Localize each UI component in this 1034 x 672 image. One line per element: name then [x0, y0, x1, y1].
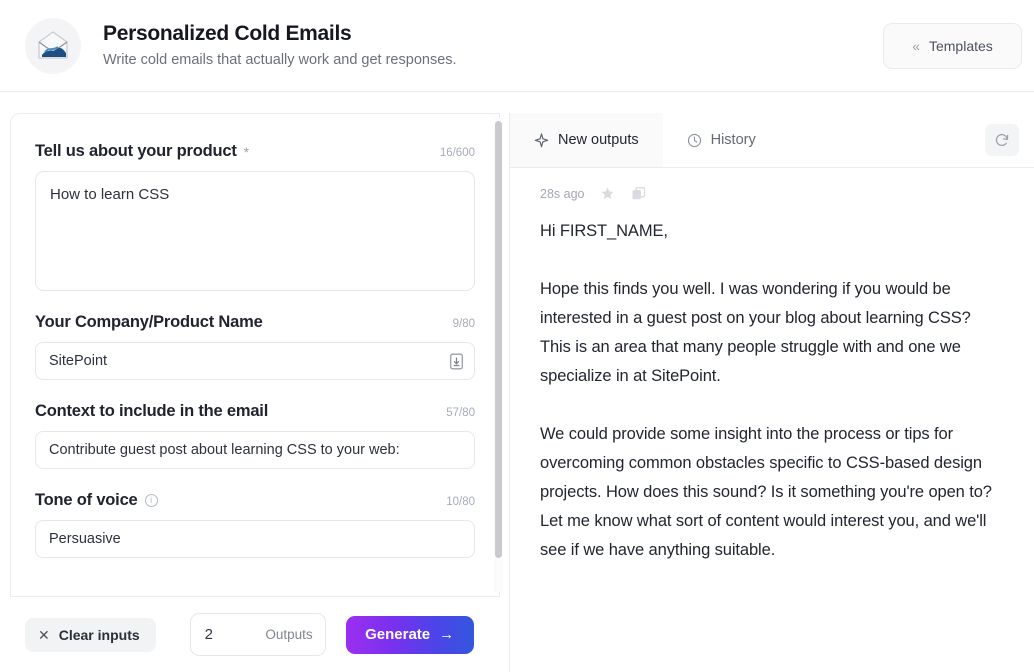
output-meta: 28s ago: [510, 168, 1034, 201]
field-company-name: Your Company/Product Name 9/80 SitePoint: [35, 313, 475, 380]
output-paragraph: We could provide some insight into the p…: [540, 425, 992, 559]
page-header: Personalized Cold Emails Write cold emai…: [0, 0, 1034, 92]
star-icon[interactable]: [600, 186, 615, 201]
field-label-text: Your Company/Product Name: [35, 313, 263, 331]
field-tone-of-voice: Tone of voice i 10/80 Persuasive: [35, 491, 475, 558]
tab-history-label: History: [710, 132, 756, 148]
clock-icon: [687, 133, 702, 148]
app-root: Personalized Cold Emails Write cold emai…: [0, 0, 1034, 672]
field-context: Context to include in the email 57/80 Co…: [35, 402, 475, 469]
generate-button[interactable]: Generate →: [345, 615, 474, 654]
company-name-input[interactable]: SitePoint: [35, 342, 475, 380]
inputs-panel-scrollbar-thumb[interactable]: [495, 121, 502, 558]
generate-button-label: Generate: [365, 626, 431, 643]
field-header: Tone of voice i 10/80: [35, 491, 475, 510]
field-label: Your Company/Product Name: [35, 313, 263, 332]
outputs-tabs: New outputs History: [510, 113, 1034, 168]
clear-inputs-label: Clear inputs: [58, 626, 140, 643]
info-icon[interactable]: i: [144, 494, 158, 507]
field-label: Context to include in the email: [35, 402, 268, 421]
output-paragraph: Hope this finds you well. I was wonderin…: [540, 280, 971, 385]
char-counter: 10/80: [446, 496, 475, 508]
templates-button-label: Templates: [928, 38, 993, 54]
field-label: Tell us about your product *: [35, 142, 249, 161]
field-label: Tone of voice i: [35, 491, 158, 510]
field-label-text: Context to include in the email: [35, 402, 269, 420]
char-counter: 16/600: [439, 147, 475, 159]
tab-new-outputs-label: New outputs: [558, 132, 639, 148]
outputs-count-value: 2: [204, 626, 213, 643]
field-label-text: Tell us about your product: [35, 142, 237, 160]
chevron-double-left-icon: «: [912, 38, 920, 54]
header-text: Personalized Cold Emails Write cold emai…: [103, 21, 457, 70]
open-envelope-icon: [25, 17, 81, 74]
char-counter: 9/80: [452, 318, 475, 330]
sparkle-icon: [534, 132, 549, 148]
inputs-action-bar: ✕ Clear inputs 2 Outputs Generate →: [0, 597, 510, 672]
output-timestamp: 28s ago: [540, 186, 585, 201]
required-marker: *: [243, 143, 249, 160]
product-description-textarea[interactable]: How to learn CSS: [35, 171, 475, 291]
field-header: Tell us about your product * 16/600: [35, 142, 475, 161]
tab-history[interactable]: History: [663, 113, 780, 167]
output-email-text[interactable]: Hi FIRST_NAME, Hope this finds you well.…: [510, 201, 1034, 565]
inputs-form: Tell us about your product * 16/600 How …: [11, 114, 499, 590]
refresh-icon[interactable]: [985, 124, 1019, 156]
field-label-text: Tone of voice: [35, 491, 138, 509]
close-x-icon: ✕: [38, 626, 50, 643]
arrow-right-icon: →: [439, 626, 455, 643]
outputs-count-label: Outputs: [265, 627, 313, 642]
inputs-panel: Tell us about your product * 16/600 How …: [10, 113, 500, 597]
clear-inputs-button[interactable]: ✕ Clear inputs: [25, 617, 156, 652]
company-name-value: SitePoint: [49, 353, 108, 369]
field-header: Your Company/Product Name 9/80: [35, 313, 475, 332]
output-paragraph: Hi FIRST_NAME,: [540, 222, 668, 240]
char-counter: 57/80: [446, 407, 475, 419]
context-input[interactable]: Contribute guest post about learning CSS…: [35, 431, 475, 469]
field-header: Context to include in the email 57/80: [35, 402, 475, 421]
templates-button[interactable]: « Templates: [883, 23, 1022, 69]
tone-of-voice-input[interactable]: Persuasive: [35, 520, 475, 558]
tab-new-outputs[interactable]: New outputs: [510, 113, 663, 167]
page-subtitle: Write cold emails that actually work and…: [103, 52, 457, 68]
copy-icon[interactable]: [631, 186, 646, 201]
outputs-count-stepper[interactable]: 2 Outputs: [189, 613, 326, 656]
outputs-panel: New outputs History 28s ago Hi FIRST_NAM…: [509, 113, 1034, 672]
save-to-brand-icon[interactable]: [449, 353, 464, 370]
field-product-description: Tell us about your product * 16/600 How …: [35, 142, 475, 291]
page-title: Personalized Cold Emails: [103, 22, 352, 45]
